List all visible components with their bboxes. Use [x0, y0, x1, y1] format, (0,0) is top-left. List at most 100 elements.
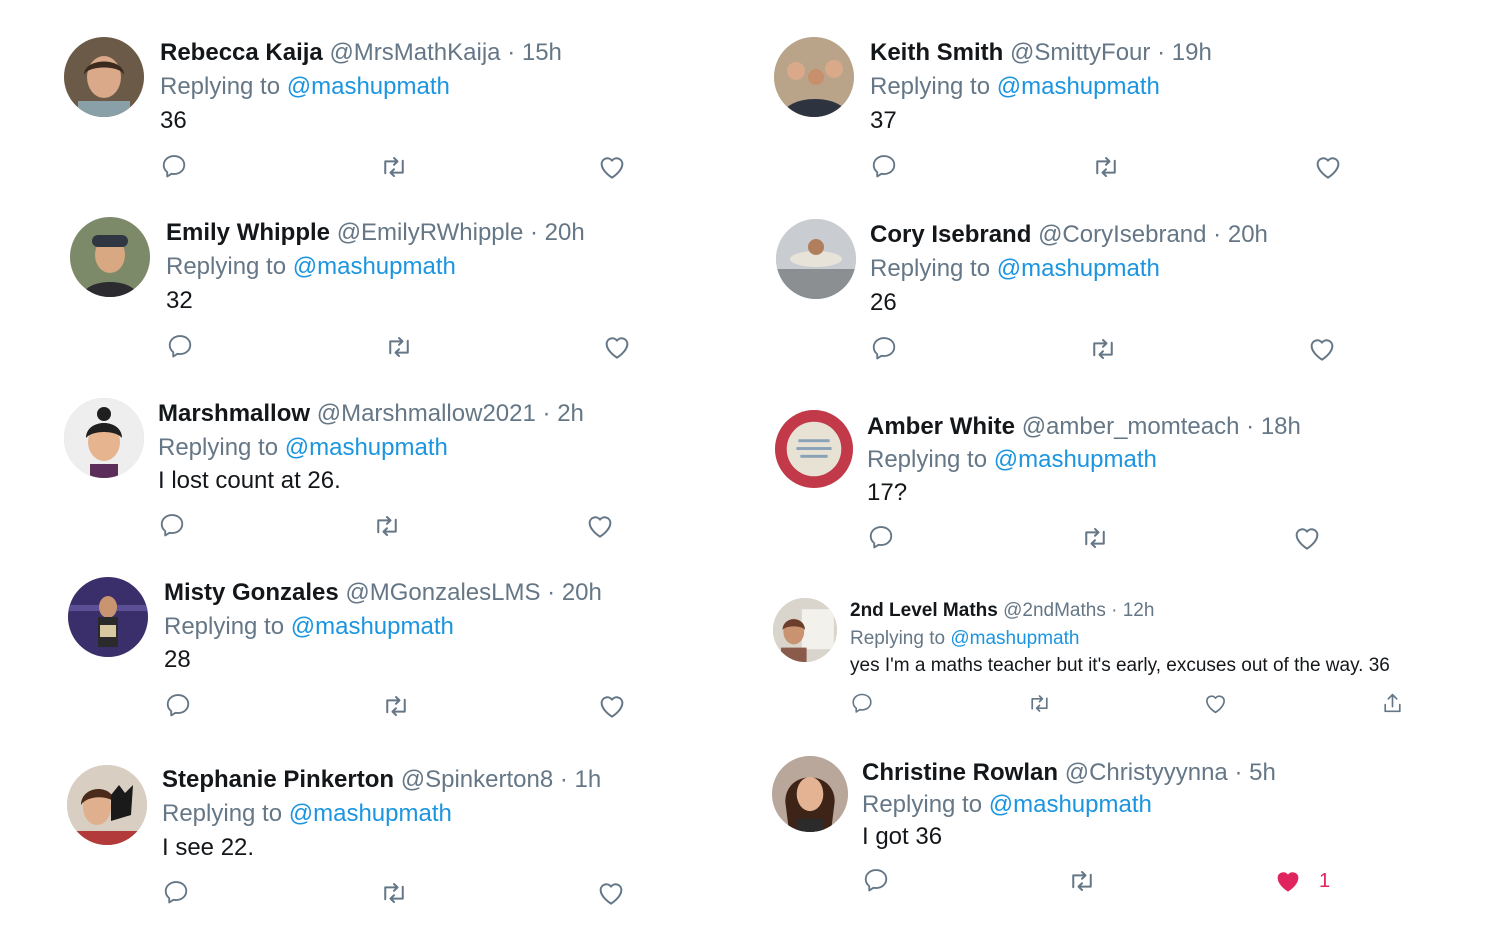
separator: ·	[1213, 221, 1222, 248]
avatar[interactable]	[775, 410, 853, 488]
avatar[interactable]	[776, 219, 856, 299]
author-handle[interactable]: @Spinkerton8	[401, 766, 553, 793]
like-button[interactable]	[1292, 523, 1322, 553]
author-handle[interactable]: @CoryIsebrand	[1038, 221, 1206, 248]
mention-link[interactable]: @mashupmath	[950, 628, 1079, 649]
tweet-text: 28	[164, 646, 191, 673]
mention-link[interactable]: @mashupmath	[291, 613, 454, 640]
author-name[interactable]: 2nd Level Maths	[850, 600, 998, 621]
separator: ·	[1246, 413, 1255, 440]
timestamp[interactable]: 15h	[522, 39, 562, 66]
heart-icon	[1273, 866, 1303, 896]
mention-link[interactable]: @mashupmath	[997, 255, 1160, 282]
avatar[interactable]	[64, 37, 144, 117]
author-name[interactable]: Christine Rowlan	[862, 759, 1058, 786]
avatar[interactable]	[70, 217, 150, 297]
avatar[interactable]	[774, 37, 854, 117]
author-handle[interactable]: @2ndMaths	[1003, 600, 1106, 621]
mention-link[interactable]: @mashupmath	[293, 253, 456, 280]
author-handle[interactable]: @MrsMathKaija	[329, 39, 500, 66]
mention-link[interactable]: @mashupmath	[994, 446, 1157, 473]
author-name[interactable]: Keith Smith	[870, 39, 1003, 66]
reply-button[interactable]	[862, 866, 890, 894]
mention-link[interactable]: @mashupmath	[997, 73, 1160, 100]
avatar[interactable]	[68, 577, 148, 657]
mention-link[interactable]: @mashupmath	[989, 791, 1152, 818]
reply-button[interactable]	[164, 691, 192, 719]
timestamp[interactable]: 20h	[1228, 221, 1268, 248]
separator: ·	[1111, 600, 1118, 621]
reply-icon	[158, 511, 186, 539]
tweet-text: 37	[870, 107, 897, 134]
author-handle[interactable]: @Marshmallow2021	[317, 400, 536, 427]
author-handle[interactable]: @SmittyFour	[1010, 39, 1150, 66]
author-name[interactable]: Stephanie Pinkerton	[162, 766, 394, 793]
retweet-button[interactable]	[379, 152, 409, 182]
timestamp[interactable]: 18h	[1261, 413, 1301, 440]
like-button[interactable]	[1307, 334, 1337, 364]
like-button[interactable]	[1203, 691, 1228, 716]
author-name[interactable]: Amber White	[867, 413, 1015, 440]
mention-link[interactable]: @mashupmath	[287, 73, 450, 100]
like-button[interactable]	[596, 878, 626, 908]
author-handle[interactable]: @Christyyynna	[1065, 759, 1228, 786]
timestamp[interactable]: 5h	[1249, 759, 1276, 786]
reply-icon	[164, 691, 192, 719]
avatar[interactable]	[772, 756, 848, 832]
tweet-text: I got 36	[862, 823, 943, 850]
retweet-button[interactable]	[384, 332, 414, 362]
separator: ·	[530, 219, 538, 246]
tweet-text: yes I'm a maths teacher but it's early, …	[850, 655, 1390, 676]
retweet-icon	[379, 152, 409, 182]
author-name[interactable]: Rebecca Kaija	[160, 39, 323, 66]
retweet-button[interactable]	[372, 511, 402, 541]
avatar[interactable]	[67, 765, 147, 845]
like-button[interactable]	[585, 511, 615, 541]
author-name[interactable]: Emily Whipple	[166, 219, 330, 246]
timestamp[interactable]: 20h	[562, 579, 602, 606]
retweet-icon	[1091, 152, 1121, 182]
timestamp[interactable]: 2h	[557, 400, 584, 427]
heart-icon	[1307, 334, 1337, 364]
reply-button[interactable]	[162, 878, 190, 906]
avatar[interactable]	[773, 598, 837, 662]
retweet-button[interactable]	[1027, 691, 1052, 716]
reply-button[interactable]	[158, 511, 186, 539]
author-handle[interactable]: @amber_momteach	[1022, 413, 1240, 440]
author-name[interactable]: Marshmallow	[158, 400, 310, 427]
reply-button[interactable]	[850, 691, 874, 715]
retweet-button[interactable]	[1088, 334, 1118, 364]
author-name[interactable]: Misty Gonzales	[164, 579, 339, 606]
mention-link[interactable]: @mashupmath	[285, 434, 448, 461]
timestamp[interactable]: 1h	[575, 766, 602, 793]
like-button[interactable]	[602, 332, 632, 362]
retweet-button[interactable]	[381, 691, 411, 721]
tweet-text: I see 22.	[162, 834, 255, 861]
like-button[interactable]	[597, 691, 627, 721]
like-count: 1	[1319, 869, 1331, 892]
timestamp[interactable]: 20h	[545, 219, 585, 246]
author-name[interactable]: Cory Isebrand	[870, 221, 1031, 248]
avatar[interactable]	[64, 398, 144, 478]
retweet-button[interactable]	[1080, 523, 1110, 553]
author-handle[interactable]: @MGonzalesLMS	[345, 579, 540, 606]
like-button[interactable]	[597, 152, 627, 182]
reply-button[interactable]	[166, 332, 194, 360]
reply-button[interactable]	[867, 523, 895, 551]
timestamp[interactable]: 12h	[1123, 600, 1155, 621]
separator: ·	[1157, 39, 1166, 66]
retweet-button[interactable]	[379, 878, 409, 908]
timestamp[interactable]: 19h	[1172, 39, 1212, 66]
reply-button[interactable]	[870, 334, 898, 362]
reply-button[interactable]	[870, 152, 898, 180]
like-button[interactable]	[1313, 152, 1343, 182]
tweet-text: 36	[160, 107, 187, 134]
reply-button[interactable]	[160, 152, 188, 180]
retweet-button[interactable]	[1067, 866, 1097, 896]
replying-to-label: Replying to	[164, 613, 285, 640]
author-handle[interactable]: @EmilyRWhipple	[337, 219, 524, 246]
share-button[interactable]	[1380, 691, 1405, 716]
mention-link[interactable]: @mashupmath	[289, 800, 452, 827]
like-button[interactable]: 1	[1273, 866, 1330, 896]
retweet-button[interactable]	[1091, 152, 1121, 182]
